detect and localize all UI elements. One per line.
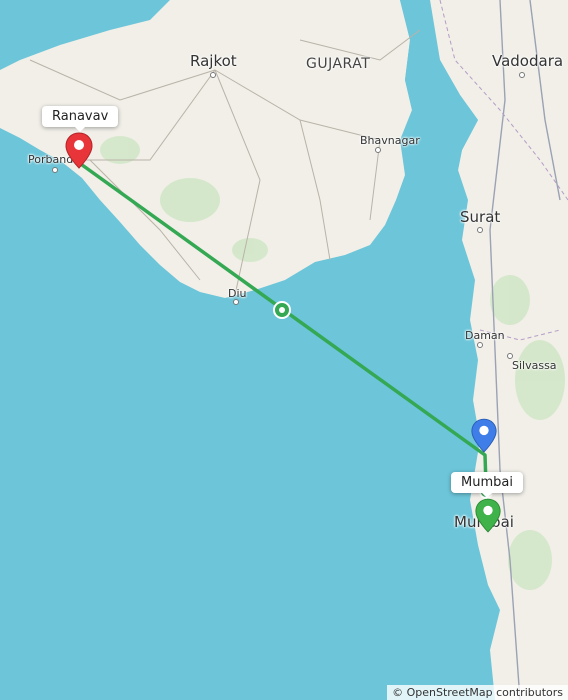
label-bhavnagar: Bhavnagar — [360, 134, 420, 147]
current-location-pin-icon[interactable] — [470, 418, 498, 454]
map-view[interactable]: Rajkot GUJARAT Vadodara Bhavnagar Porban… — [0, 0, 568, 700]
destination-label: Mumbai — [461, 475, 513, 490]
origin-pin-icon[interactable] — [64, 132, 94, 170]
label-surat: Surat — [460, 208, 501, 226]
map-basemap — [0, 0, 568, 700]
origin-label: Ranavav — [52, 109, 109, 124]
label-daman: Daman — [465, 329, 505, 342]
map-attribution[interactable]: © OpenStreetMap contributors — [387, 685, 568, 700]
label-silvassa: Silvassa — [512, 359, 557, 372]
label-gujarat: GUJARAT — [306, 56, 371, 72]
destination-callout[interactable]: Mumbai — [451, 472, 523, 498]
origin-callout[interactable]: Ranavav — [42, 106, 119, 132]
destination-pin-icon[interactable] — [474, 498, 502, 534]
label-vadodara: Vadodara — [492, 52, 564, 70]
label-rajkot: Rajkot — [190, 52, 237, 70]
ferry-waypoint-icon — [273, 301, 291, 319]
label-diu: Diu — [228, 287, 247, 300]
